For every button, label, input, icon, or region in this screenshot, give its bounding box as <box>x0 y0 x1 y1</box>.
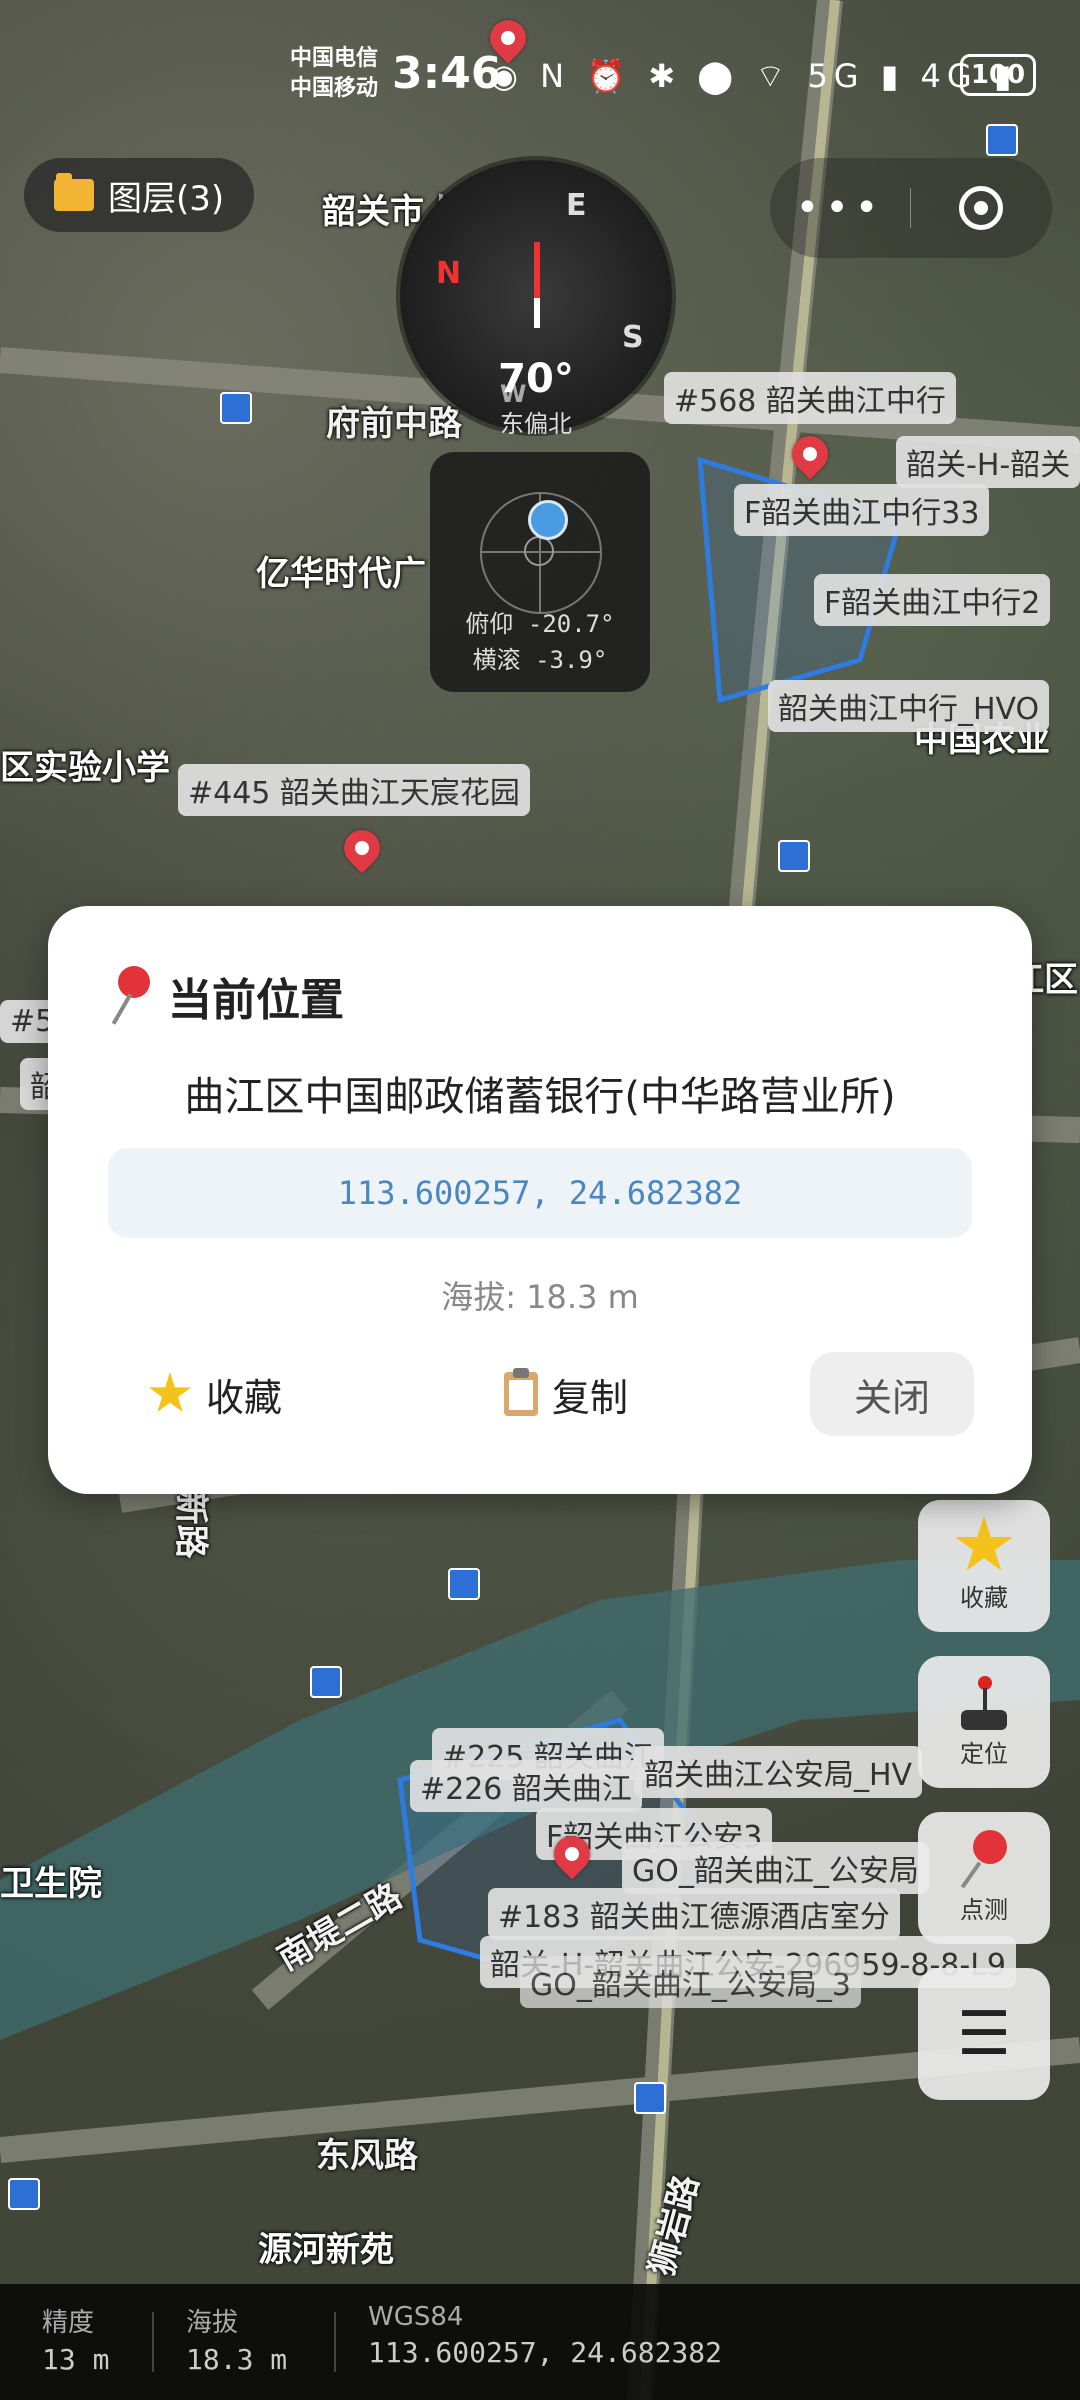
favorite-side-label: 收藏 <box>960 1584 1008 1612</box>
locate-side-label: 定位 <box>960 1740 1008 1768</box>
close-button[interactable]: 关闭 <box>810 1352 974 1436</box>
accuracy-label: 精度 <box>42 2308 95 2338</box>
mini-program-capsule: ••• <box>770 158 1052 258</box>
map-tag[interactable]: #445 韶关曲江天宸花园 <box>178 764 530 816</box>
joystick-icon <box>961 1676 1007 1732</box>
dialog-title: 当前位置 <box>110 964 344 1028</box>
poi-label-yuanhe[interactable]: 源河新苑 <box>258 2222 394 2271</box>
pushpin-icon <box>110 966 150 1026</box>
compass[interactable]: N E S W 70° 东偏北 <box>400 160 672 438</box>
map-tag[interactable]: GO_韶关曲江_公安局_3 <box>520 1956 861 2008</box>
carrier-2: 中国移动 <box>290 76 379 101</box>
more-options-button[interactable]: ••• <box>770 185 910 231</box>
map-tag[interactable]: GO_韶关曲江_公安局 <box>622 1842 929 1894</box>
map-tag[interactable]: #226 韶关曲江 <box>410 1760 642 1812</box>
hamburger-menu-icon: ☰ <box>957 1999 1011 2069</box>
altitude-section: 海拔 18.3 m <box>186 2302 287 2376</box>
bus-stop-icon <box>634 2082 666 2114</box>
coordinate-value: 113.600257, 24.682382 <box>368 2336 723 2369</box>
divider <box>334 2312 336 2372</box>
favorite-side-button[interactable]: 收藏 <box>918 1500 1050 1632</box>
star-icon <box>955 1516 1013 1571</box>
bus-stop-icon <box>986 124 1018 156</box>
carrier-info: 中国电信 中国移动 <box>290 44 378 104</box>
current-location-dialog: 当前位置 曲江区中国邮政储蓄银行(中华路营业所) 113.600257, 24.… <box>48 906 1032 1494</box>
locate-side-button[interactable]: 定位 <box>918 1656 1050 1788</box>
poi-label-hospital[interactable]: 卫生院 <box>0 1856 102 1905</box>
map-tag[interactable]: F韶关曲江中行2 <box>814 574 1051 626</box>
status-bar: 中国电信 中国移动 3:46 ◉ N ⏰ ✱ ⬤ ⌔ 5G ▮ 4G ▮ 100 <box>0 40 1080 120</box>
map-tag[interactable]: 韶关曲江公安局_HV <box>634 1746 923 1798</box>
star-icon <box>148 1372 192 1413</box>
close-miniprogram-button[interactable] <box>911 186 1051 230</box>
road-label-xin: 新路 <box>170 1490 211 1559</box>
compass-needle-tail <box>534 298 540 328</box>
measure-side-button[interactable]: 点测 <box>918 1812 1050 1944</box>
compass-north: N <box>436 256 462 291</box>
clipboard-icon <box>504 1368 538 1416</box>
map-tag[interactable]: #183 韶关曲江德源酒店室分 <box>488 1888 900 1940</box>
bus-stop-icon <box>448 1568 480 1600</box>
level-center <box>524 536 554 566</box>
compass-east: E <box>566 188 587 223</box>
poi-label-school[interactable]: 区实验小学 <box>0 740 170 789</box>
accuracy-value: 13 m <box>42 2343 110 2376</box>
status-icons: ◉ N ⏰ ✱ ⬤ ⌔ 5G ▮ 4G ▮ <box>490 57 1018 95</box>
compass-direction: 东偏北 <box>500 410 572 438</box>
compass-needle-icon <box>534 242 540 298</box>
altitude-label: 海拔 <box>186 2308 239 2338</box>
map-tag[interactable]: 韶关曲江中行_HVO <box>768 680 1050 732</box>
bus-stop-icon <box>220 392 252 424</box>
compass-south: S <box>622 320 644 355</box>
copy-button[interactable]: 复制 <box>504 1352 628 1436</box>
battery-icon: 100 <box>960 54 1036 96</box>
bus-stop-icon <box>310 1666 342 1698</box>
map-tag[interactable]: F韶关曲江中行33 <box>734 484 990 536</box>
pushpin-icon <box>959 1830 1009 1889</box>
divider <box>152 2312 154 2372</box>
coordinate-section: WGS84 113.600257, 24.682382 <box>368 2302 722 2369</box>
map-tag[interactable]: #568 韶关曲江中行 <box>664 372 956 424</box>
target-icon <box>959 186 1003 230</box>
favorite-button-label: 收藏 <box>206 1375 283 1420</box>
bottom-info-bar: 精度 13 m 海拔 18.3 m WGS84 113.600257, 24.6… <box>0 2284 1080 2400</box>
copy-button-label: 复制 <box>552 1375 629 1420</box>
favorite-button[interactable]: 收藏 <box>148 1352 282 1436</box>
roll-readout: 横滚 -3.9° <box>472 646 608 674</box>
road-label-dongfeng: 东风路 <box>316 2136 418 2176</box>
pitch-readout: 俯仰 -20.7° <box>465 610 615 638</box>
altitude-text: 海拔: 18.3 m <box>441 1278 639 1316</box>
bus-stop-icon <box>778 840 810 872</box>
clock: 3:46 <box>392 48 502 99</box>
poi-label-yihua[interactable]: 亿华时代广 <box>256 546 426 595</box>
layers-button-label: 图层(3) <box>108 178 225 219</box>
measure-side-label: 点测 <box>960 1896 1008 1924</box>
datum-label: WGS84 <box>368 2302 464 2332</box>
compass-heading: 70° <box>498 356 574 402</box>
level-indicator: 俯仰 -20.7° 横滚 -3.9° <box>430 452 650 692</box>
location-address: 曲江区中国邮政储蓄银行(中华路营业所) <box>184 1074 896 1120</box>
carrier-1: 中国电信 <box>290 46 379 71</box>
folder-icon <box>54 173 94 211</box>
layers-button[interactable]: 图层(3) <box>24 158 254 232</box>
bus-stop-icon <box>8 2178 40 2210</box>
menu-button[interactable]: ☰ <box>918 1968 1050 2100</box>
map-tag[interactable]: 韶关-H-韶关 <box>896 436 1080 488</box>
level-bubble-icon <box>528 500 568 540</box>
accuracy-section: 精度 13 m <box>42 2302 109 2376</box>
altitude-value: 18.3 m <box>186 2343 288 2376</box>
dialog-title-text: 当前位置 <box>168 975 344 1026</box>
coordinates-box[interactable]: 113.600257, 24.682382 <box>108 1148 972 1238</box>
